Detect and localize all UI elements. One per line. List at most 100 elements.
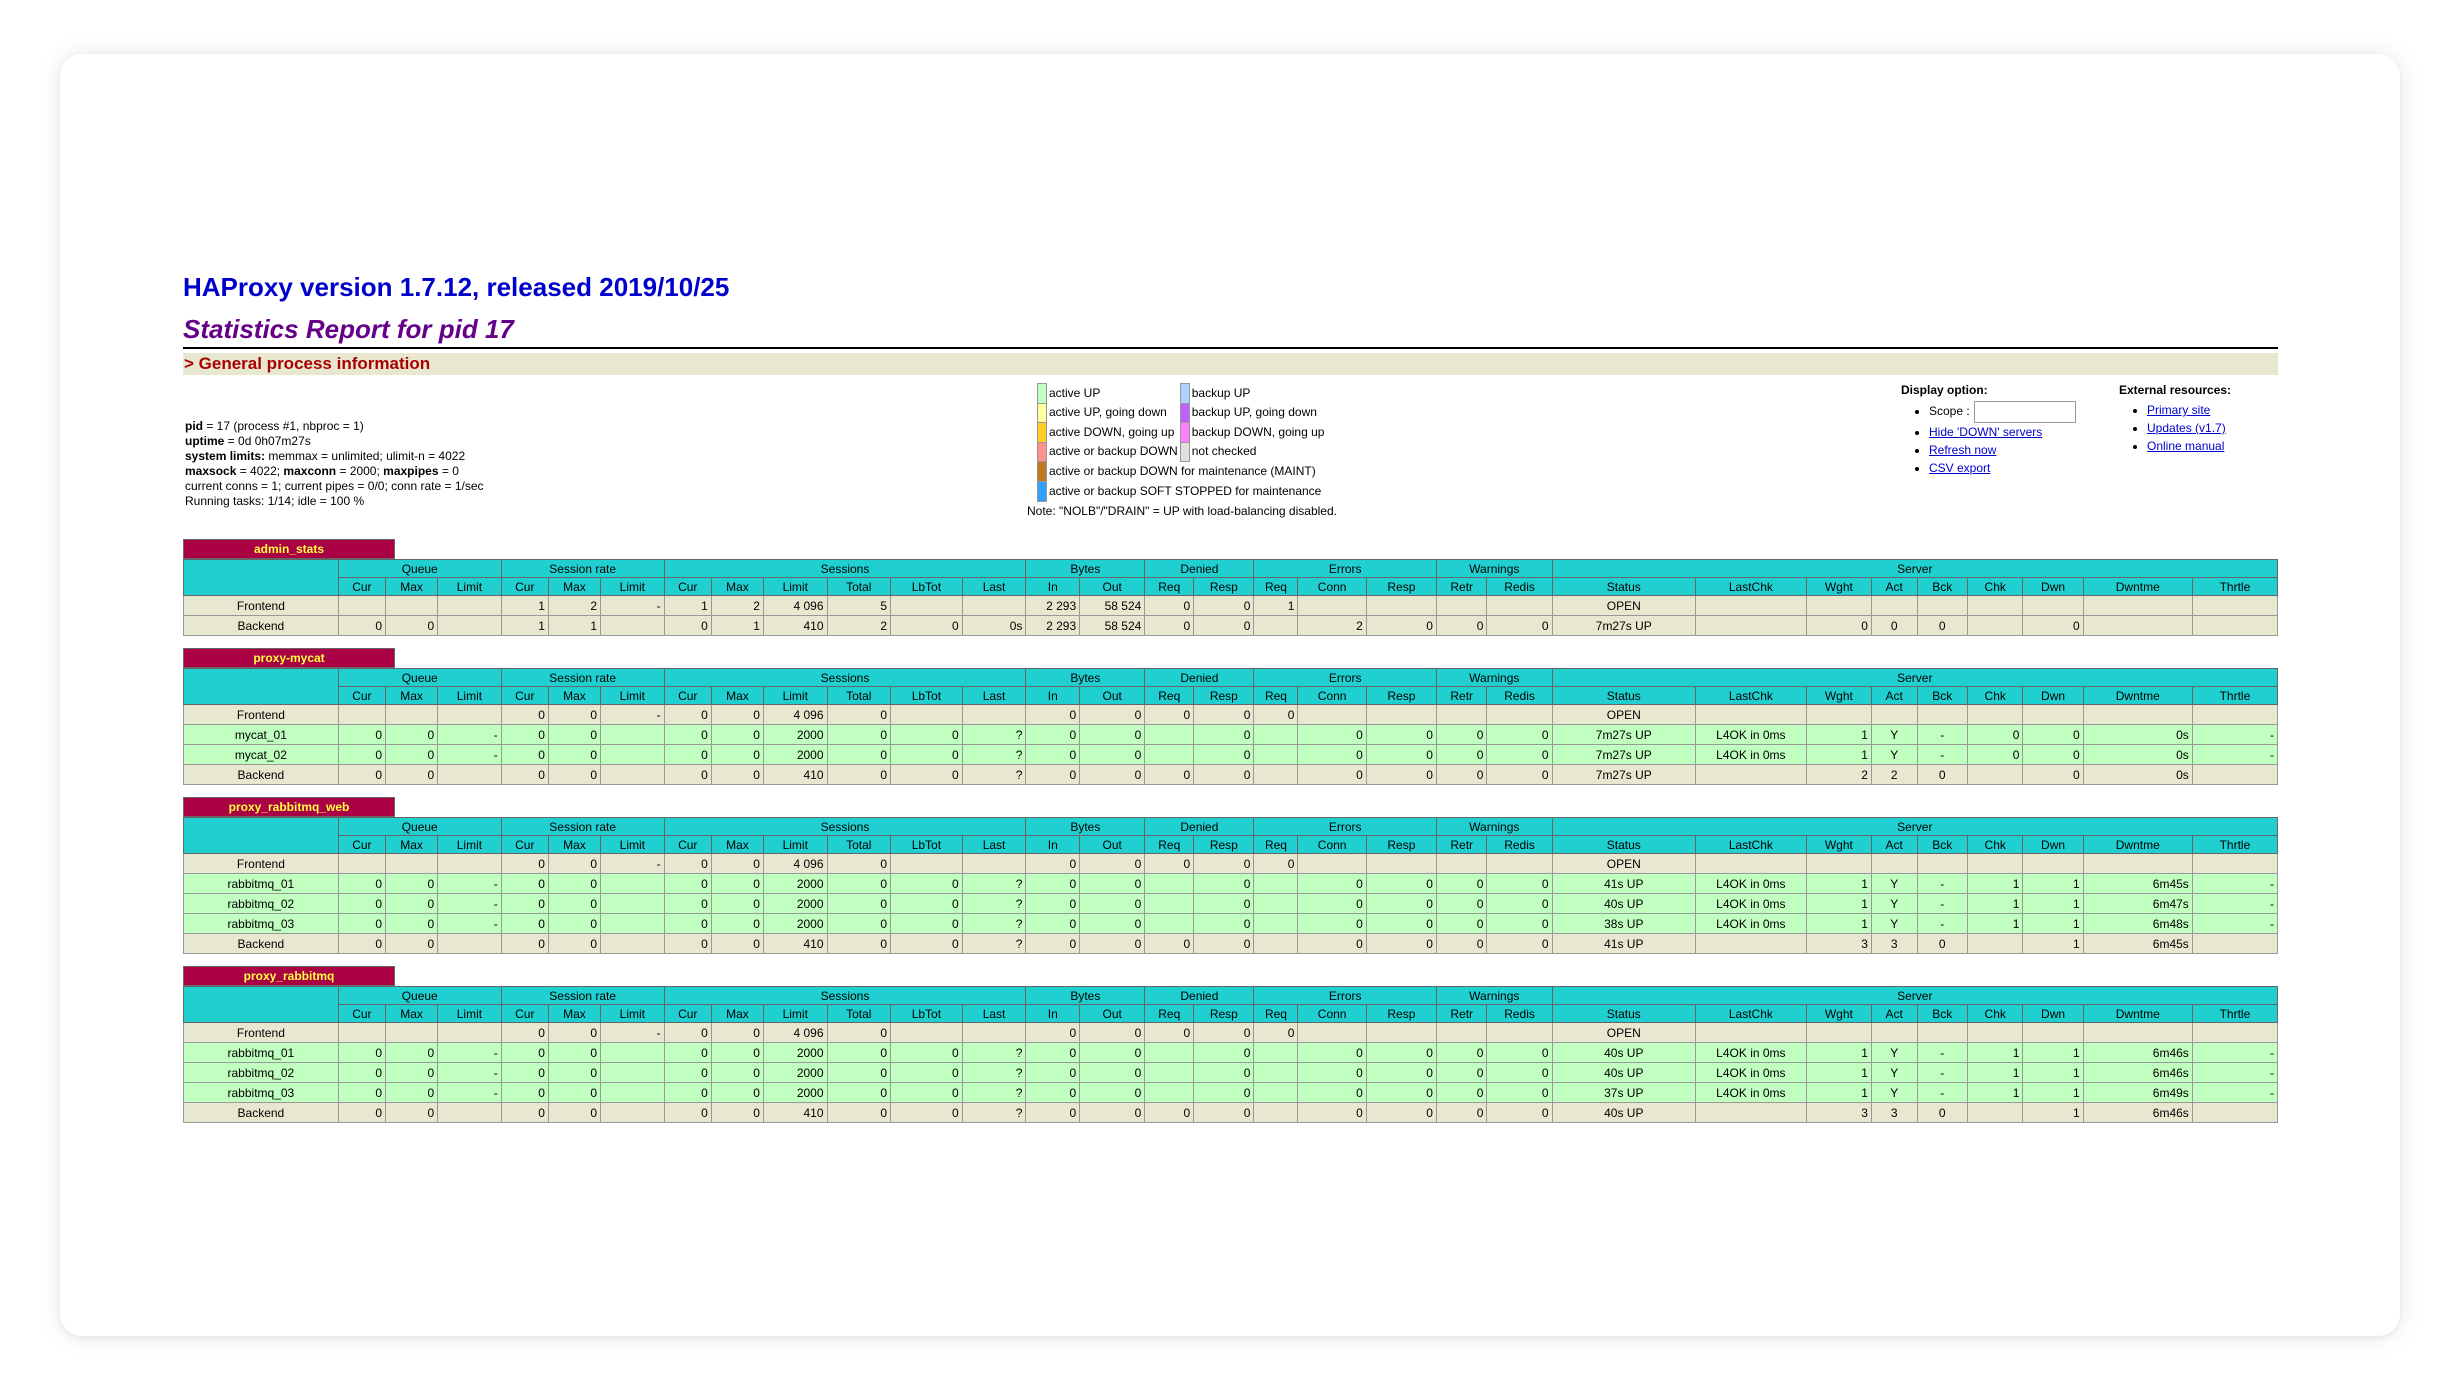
table-cell <box>2191 853 2279 874</box>
row-name[interactable]: Backend <box>183 764 339 785</box>
table-cell: 0 <box>826 873 892 894</box>
table-cell <box>437 1102 502 1123</box>
scope-input[interactable] <box>1973 401 2076 423</box>
column-group-header: Queue <box>337 559 502 578</box>
table-cell <box>600 913 665 934</box>
table-cell: 0 <box>1079 764 1146 785</box>
row-name[interactable]: Backend <box>183 933 339 954</box>
table-cell: 0 <box>663 724 712 745</box>
proxy-name[interactable]: proxy_rabbitmq <box>183 966 395 986</box>
table-cell: 0 <box>663 913 712 934</box>
column-header: In <box>1025 686 1081 705</box>
table-cell: 2 293 <box>1025 595 1081 616</box>
online-manual-link[interactable]: Online manual <box>2147 439 2224 453</box>
table-cell <box>384 1022 439 1043</box>
table-cell: 0 <box>547 1062 602 1083</box>
table-cell: 0 <box>500 1022 549 1043</box>
table-cell: 0 <box>1193 1022 1255 1043</box>
row-name[interactable]: Frontend <box>183 1022 339 1043</box>
table-cell <box>437 933 502 954</box>
table-cell: 0 <box>1193 1102 1255 1123</box>
legend-row: active DOWN, going up backup DOWN, going … <box>1037 422 1327 443</box>
column-header: Limit <box>762 1004 828 1023</box>
table-cell <box>1297 704 1367 725</box>
row-name[interactable]: rabbitmq_03 <box>183 913 339 934</box>
table-cell: 2000 <box>762 893 828 914</box>
table-cell <box>2082 1022 2193 1043</box>
csv-export-link[interactable]: CSV export <box>1929 461 1990 475</box>
table-cell <box>600 873 665 894</box>
updates-item: Updates (v1.7) <box>2147 419 2231 437</box>
column-header: Req <box>1253 1004 1299 1023</box>
table-cell: 0 <box>1193 764 1255 785</box>
table-cell: 0 <box>384 1062 439 1083</box>
legend-swatch <box>1179 422 1190 443</box>
table-cell: 0 <box>547 1022 602 1043</box>
table-cell: 40s UP <box>1551 1062 1696 1083</box>
row-name[interactable]: rabbitmq_01 <box>183 1042 339 1063</box>
column-header: Max <box>384 835 439 854</box>
table-cell <box>1694 1022 1807 1043</box>
column-header: Thrtle <box>2191 577 2279 596</box>
table-cell: 5 <box>826 595 892 616</box>
table-cell: 0 <box>1297 764 1367 785</box>
table-cell <box>2082 853 2193 874</box>
updates-link[interactable]: Updates (v1.7) <box>2147 421 2226 435</box>
primary-site-link[interactable]: Primary site <box>2147 403 2210 417</box>
table-cell: - <box>2191 744 2279 765</box>
table-cell <box>1916 1022 1969 1043</box>
row-name[interactable]: rabbitmq_02 <box>183 893 339 914</box>
proxy-name[interactable]: proxy-mycat <box>183 648 395 668</box>
column-header: LbTot <box>890 835 963 854</box>
table-cell <box>961 1022 1027 1043</box>
table-cell <box>1805 704 1872 725</box>
stats-page-card: HAProxy version 1.7.12, released 2019/10… <box>60 54 2400 1336</box>
table-cell: 0 <box>890 1102 963 1123</box>
row-name[interactable]: Frontend <box>183 704 339 725</box>
table-cell: 0 <box>384 893 439 914</box>
table-cell: 0 <box>1025 933 1081 954</box>
row-name[interactable]: mycat_02 <box>183 744 339 765</box>
table-cell: 0 <box>2022 744 2084 765</box>
column-header: Wght <box>1805 577 1872 596</box>
table-cell <box>1297 595 1367 616</box>
column-header: Cur <box>663 686 712 705</box>
row-name[interactable]: rabbitmq_03 <box>183 1082 339 1103</box>
refresh-now-link[interactable]: Refresh now <box>1929 443 1996 457</box>
row-name[interactable]: Frontend <box>183 853 339 874</box>
table-cell: 1 <box>1805 873 1872 894</box>
table-cell <box>437 1022 502 1043</box>
maxsock-value: = 4022; <box>236 464 284 478</box>
table-cell: 7m27s UP <box>1551 764 1696 785</box>
table-cell: 7m27s UP <box>1551 724 1696 745</box>
table-cell: 0 <box>337 893 387 914</box>
row-name[interactable]: Frontend <box>183 595 339 616</box>
row-name[interactable]: rabbitmq_02 <box>183 1062 339 1083</box>
table-cell: 0 <box>890 764 963 785</box>
table-cell: 0 <box>1365 1042 1437 1063</box>
table-cell: Y <box>1870 913 1918 934</box>
table-cell <box>1144 744 1195 765</box>
table-cell: 6m47s <box>2082 893 2193 914</box>
table-cell <box>1144 724 1195 745</box>
row-name[interactable]: mycat_01 <box>183 724 339 745</box>
table-cell: 0 <box>710 853 764 874</box>
proxy-name[interactable]: admin_stats <box>183 539 395 559</box>
column-group-header: Errors <box>1253 668 1437 687</box>
row-name[interactable]: Backend <box>183 1102 339 1123</box>
hide-down-servers-link[interactable]: Hide 'DOWN' servers <box>1929 425 2042 439</box>
table-cell: 0 <box>547 744 602 765</box>
table-cell <box>2191 704 2279 725</box>
column-group-header: Warnings <box>1435 559 1553 578</box>
table-cell: 0 <box>547 764 602 785</box>
legend-table: active UP backup UP active UP, going down b… <box>1037 383 1326 502</box>
table-group-header: Queue Session rate Sessions Bytes Denied Erro… <box>183 559 2279 596</box>
table-cell: 0 <box>500 1102 549 1123</box>
proxy-name[interactable]: proxy_rabbitmq_web <box>183 797 395 817</box>
column-header: Wght <box>1805 835 1872 854</box>
row-name[interactable]: rabbitmq_01 <box>183 873 339 894</box>
row-name[interactable]: Backend <box>183 615 339 636</box>
table-cell <box>384 853 439 874</box>
legend-row: active or backup DOWN not checked <box>1037 441 1327 462</box>
column-header: In <box>1025 1004 1081 1023</box>
